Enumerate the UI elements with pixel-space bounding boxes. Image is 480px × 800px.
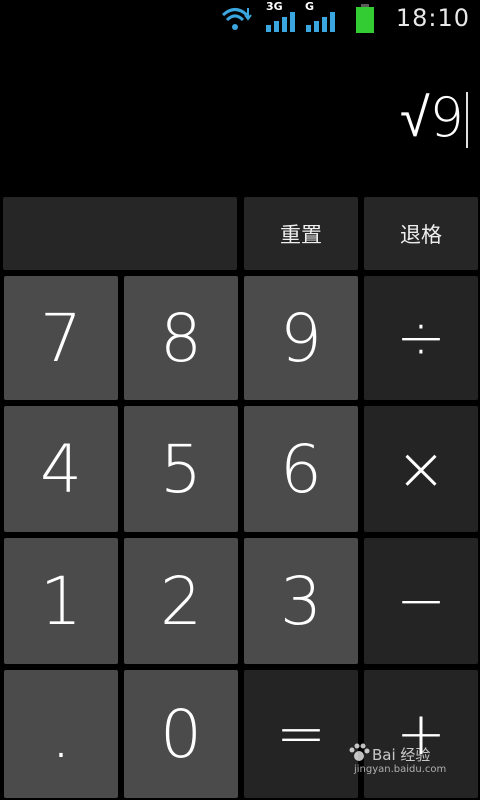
- text-cursor: [466, 92, 468, 148]
- minus-button[interactable]: −: [364, 538, 478, 664]
- signal-3g-icon: [266, 12, 295, 32]
- signal-g-icon: [306, 12, 335, 32]
- clock: 18:10: [395, 4, 470, 32]
- calculator-app: 3G G 18:10 √9 重置 退格 7 8 9 ÷ 4 5 6 × 1 2 …: [0, 0, 480, 800]
- digit-1-button[interactable]: 1: [4, 538, 118, 664]
- digit-9-button[interactable]: 9: [244, 276, 358, 400]
- backspace-button[interactable]: 退格: [364, 197, 478, 270]
- paw-logo-icon: [349, 743, 370, 761]
- watermark-brand: Bai 经验: [372, 746, 431, 764]
- digit-3-button[interactable]: 3: [244, 538, 358, 664]
- digit-8-button[interactable]: 8: [124, 276, 238, 400]
- multiply-button[interactable]: ×: [364, 406, 478, 532]
- baidu-jingyan-watermark: Bai 经验 jingyan.baidu.com: [348, 740, 458, 780]
- reset-button[interactable]: 重置: [244, 197, 358, 270]
- expression-display: √9: [400, 86, 464, 149]
- digit-5-button[interactable]: 5: [124, 406, 238, 532]
- wifi-icon: [222, 8, 252, 30]
- digit-6-button[interactable]: 6: [244, 406, 358, 532]
- display-area[interactable]: √9: [0, 38, 480, 194]
- digit-7-button[interactable]: 7: [4, 276, 118, 400]
- equals-button[interactable]: =: [244, 670, 358, 798]
- spacer-panel: [3, 197, 237, 270]
- digit-4-button[interactable]: 4: [4, 406, 118, 532]
- decimal-point-button[interactable]: .: [4, 670, 118, 798]
- digit-2-button[interactable]: 2: [124, 538, 238, 664]
- divide-button[interactable]: ÷: [364, 276, 478, 400]
- digit-0-button[interactable]: 0: [124, 670, 238, 798]
- status-bar: 3G G 18:10: [0, 0, 480, 38]
- battery-icon: [356, 4, 374, 33]
- watermark-url: jingyan.baidu.com: [354, 764, 447, 775]
